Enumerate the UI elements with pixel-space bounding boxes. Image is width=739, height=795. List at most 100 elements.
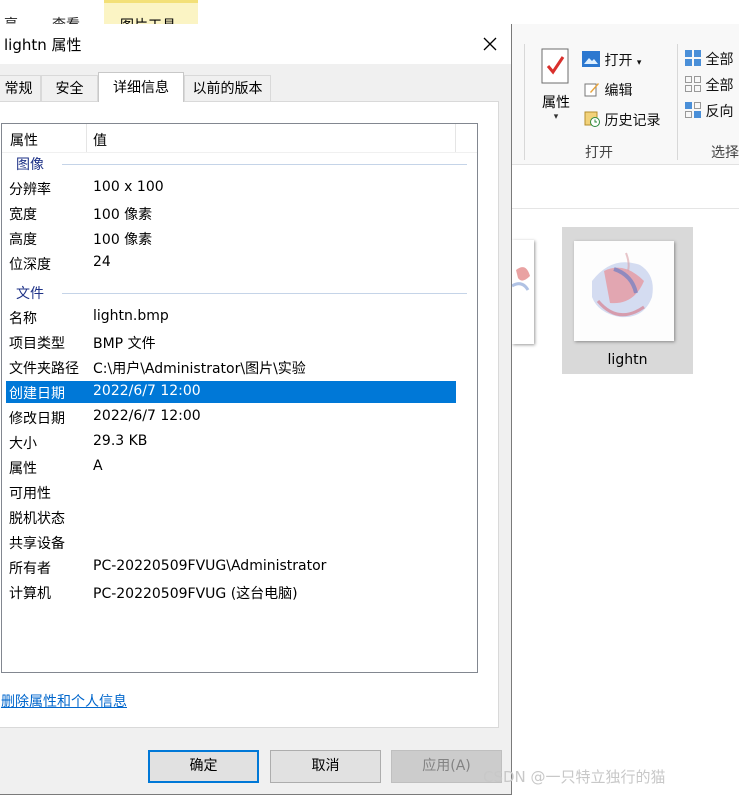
tab-previous-versions-label: 以前的版本 [192, 81, 263, 97]
property-row[interactable]: 项目类型 BMP 文件 [6, 331, 456, 353]
property-row[interactable]: 创建日期 2022/6/7 12:00 [6, 381, 456, 403]
property-name: 共享设备 [9, 536, 65, 552]
property-row[interactable]: 大小 29.3 KB [6, 431, 456, 453]
ribbon-properties-button[interactable]: 属性 ▾ [536, 48, 576, 122]
ribbon-edit-button[interactable]: 编辑 [584, 80, 632, 100]
property-row[interactable]: 修改日期 2022/6/7 12:00 [6, 406, 456, 428]
property-value: PC-20220509FVUG (这台电脑) [93, 586, 298, 602]
file-thumbnail-partial[interactable] [512, 240, 534, 344]
explorer-address-area [512, 165, 739, 209]
property-row[interactable]: 共享设备 [6, 531, 456, 553]
ok-button[interactable]: 确定 [148, 750, 259, 783]
tab-previous-versions[interactable]: 以前的版本 [184, 75, 271, 101]
property-name: 名称 [9, 311, 37, 327]
ribbon-separator [524, 44, 525, 160]
image-open-icon [582, 51, 600, 67]
property-value: PC-20220509FVUG\Administrator [93, 558, 327, 574]
ribbon-open-label: 打开 [604, 53, 633, 69]
properties-icon [541, 48, 569, 84]
file-thumbnail-label: lightn [607, 352, 648, 368]
property-row[interactable]: 计算机 PC-20220509FVUG (这台电脑) [6, 581, 456, 603]
cancel-button[interactable]: 取消 [270, 750, 381, 783]
ribbon-invert-selection-button[interactable]: 反向 [685, 101, 733, 121]
ribbon-history-button[interactable]: 历史记录 [584, 110, 660, 130]
property-value: 2022/6/7 12:00 [93, 383, 201, 399]
ribbon-group-select-label: 选择 [711, 145, 739, 161]
property-row[interactable]: 所有者 PC-20220509FVUG\Administrator [6, 556, 456, 578]
property-value: 29.3 KB [93, 433, 148, 449]
property-name: 宽度 [9, 207, 37, 223]
property-name: 所有者 [9, 561, 51, 577]
close-button[interactable] [474, 28, 506, 60]
tab-general[interactable]: 常规 [0, 75, 41, 101]
property-name: 属性 [9, 461, 37, 477]
ribbon-tab-picture-tools[interactable]: 图片工具 [104, 0, 198, 34]
property-name: 脱机状态 [9, 511, 65, 527]
edit-pencil-icon [584, 83, 599, 97]
property-group-label[interactable]: 文件 [16, 283, 44, 303]
property-row[interactable]: 分辨率 100 x 100 [6, 177, 456, 199]
property-value: 100 x 100 [93, 179, 164, 195]
ribbon-select-none-label: 全部 [705, 78, 734, 94]
property-name: 创建日期 [9, 386, 65, 402]
property-row[interactable]: 可用性 [6, 481, 456, 503]
ribbon-history-label: 历史记录 [604, 113, 661, 129]
ribbon-separator [677, 44, 678, 160]
column-divider[interactable] [455, 124, 456, 152]
tab-security-label: 安全 [55, 81, 84, 97]
ribbon-select-all-button[interactable]: 全部 [685, 49, 733, 69]
property-list[interactable]: 属性 值 图像 分辨率 100 x 100 宽度 100 像素 高度 100 像素 位深度 24… [1, 123, 478, 673]
tab-details[interactable]: 详细信息 [98, 72, 184, 102]
ribbon-open-button[interactable]: 打开 ▾ [582, 50, 641, 70]
ribbon-select-none-button[interactable]: 全部 [685, 75, 733, 95]
property-value: lightn.bmp [93, 308, 169, 324]
property-name: 高度 [9, 232, 37, 248]
column-header-property[interactable]: 属性 [10, 130, 38, 150]
property-name: 修改日期 [9, 411, 65, 427]
property-row[interactable]: 位深度 24 [6, 252, 456, 274]
property-name: 文件夹路径 [9, 361, 79, 377]
explorer-ribbon-tabs: 享 查看 图片工具 [0, 0, 739, 34]
tab-security[interactable]: 安全 [41, 75, 98, 101]
property-name: 计算机 [9, 586, 51, 602]
property-value: 100 像素 [93, 207, 153, 223]
dialog-titlebar[interactable]: lightn 属性 [0, 24, 511, 64]
property-group-label[interactable]: 图像 [16, 154, 44, 174]
chevron-down-icon: ▾ [553, 112, 559, 122]
property-row[interactable]: 属性 A [6, 456, 456, 478]
property-value: 2022/6/7 12:00 [93, 408, 201, 424]
image-thumbnail [574, 241, 674, 341]
ribbon-properties-label: 属性 [542, 95, 570, 111]
property-value: BMP 文件 [93, 336, 156, 352]
group-divider-line [62, 164, 467, 165]
property-row[interactable]: 脱机状态 [6, 506, 456, 528]
property-row[interactable]: 高度 100 像素 [6, 227, 456, 249]
history-icon [584, 111, 600, 127]
watermark: CSDN @一只特立独行的猫 [483, 768, 666, 786]
property-name: 大小 [9, 436, 37, 452]
image-thumbnail-icon [512, 267, 530, 291]
lightn-image-icon [592, 252, 653, 318]
property-name: 位深度 [9, 257, 51, 273]
ribbon-group-open-label: 打开 [585, 145, 613, 161]
close-icon [483, 37, 497, 51]
dialog-title: lightn 属性 [4, 36, 82, 54]
select-all-icon [685, 50, 701, 66]
property-name: 分辨率 [9, 182, 51, 198]
property-row[interactable]: 文件夹路径 C:\用户\Administrator\图片\实验 [6, 356, 456, 378]
chevron-down-icon: ▾ [636, 58, 642, 68]
property-row[interactable]: 名称 lightn.bmp [6, 306, 456, 328]
remove-properties-link[interactable]: 删除属性和个人信息 [1, 691, 127, 711]
property-value: A [93, 458, 103, 474]
ribbon-select-all-label: 全部 [705, 52, 734, 68]
property-row[interactable]: 宽度 100 像素 [6, 202, 456, 224]
file-thumbnail-selected[interactable]: lightn [562, 227, 693, 374]
group-divider-line [62, 293, 467, 294]
column-divider[interactable] [86, 124, 87, 152]
property-list-header: 属性 值 [2, 124, 477, 153]
select-none-icon [685, 76, 701, 92]
column-header-value[interactable]: 值 [93, 130, 107, 150]
tab-general-label: 常规 [4, 81, 33, 97]
property-name: 可用性 [9, 486, 51, 502]
tab-details-label: 详细信息 [113, 80, 169, 96]
